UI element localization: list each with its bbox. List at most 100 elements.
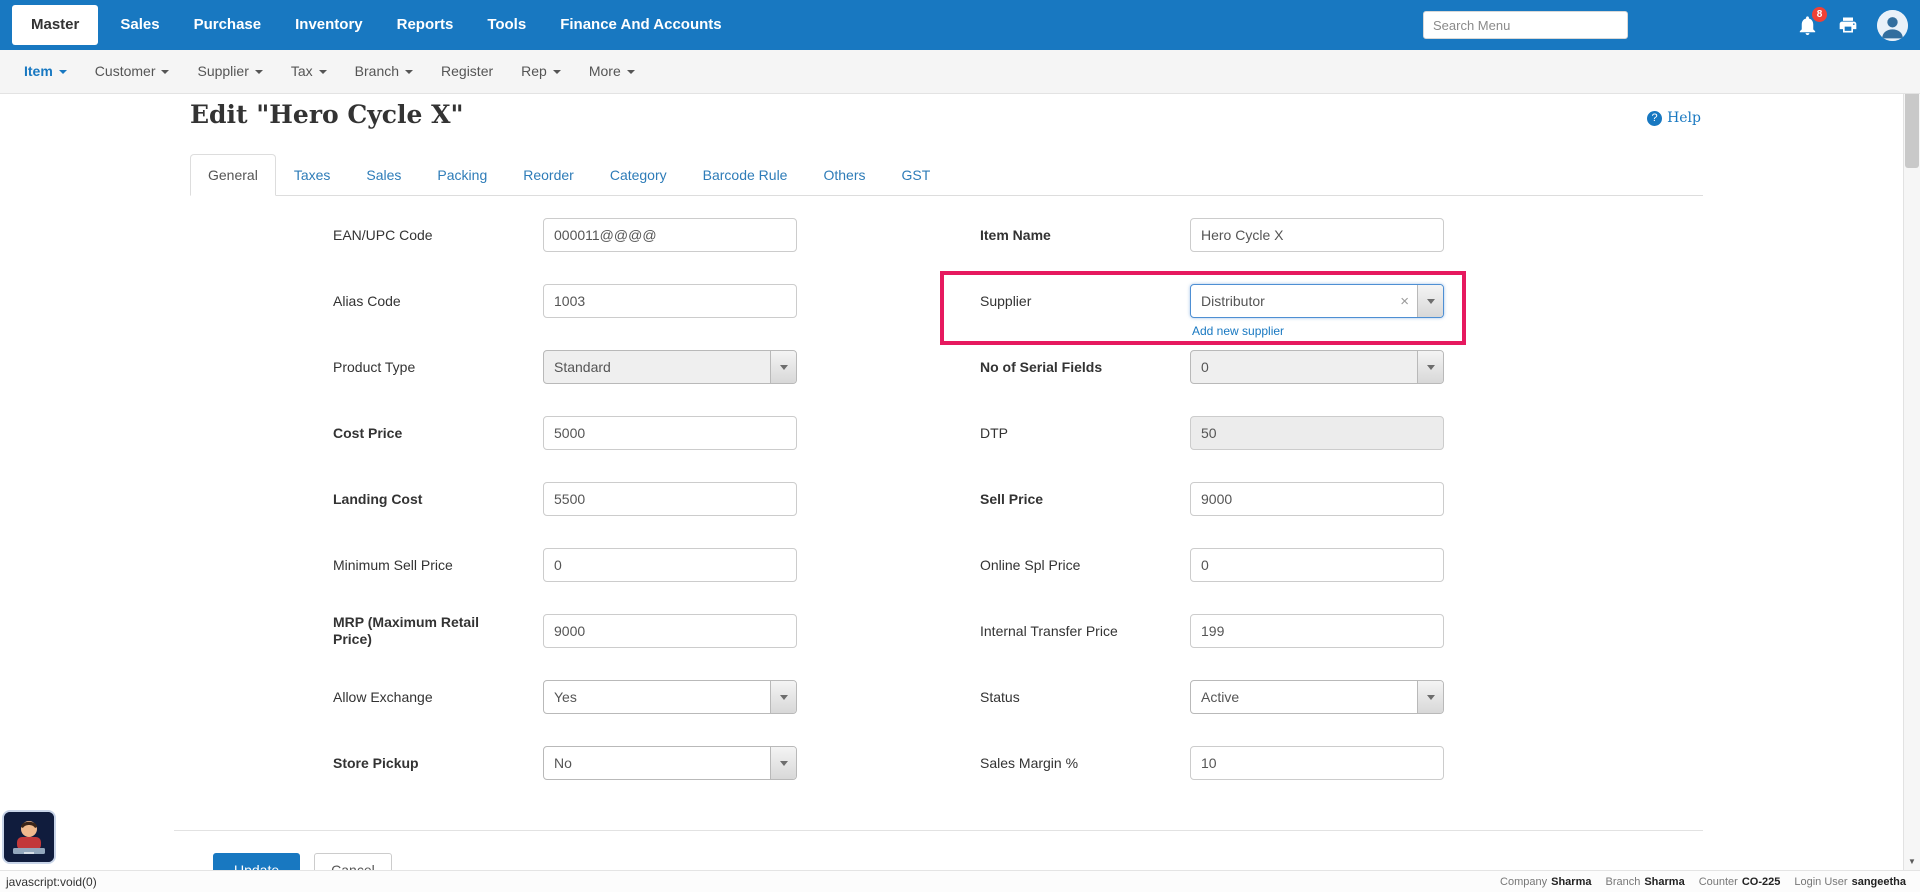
- dropdown-toggle-button[interactable]: [770, 681, 796, 713]
- alias-code-input[interactable]: [543, 284, 797, 318]
- browser-status-text: javascript:void(0): [6, 875, 97, 889]
- support-chat-widget[interactable]: [2, 810, 56, 864]
- supplier-combobox[interactable]: Distributor: [1190, 284, 1444, 318]
- product-type-select[interactable]: Standard: [543, 350, 797, 384]
- dtp-input[interactable]: [1190, 416, 1444, 450]
- selected-value: Standard: [544, 359, 770, 375]
- status-item-value: CO-225: [1742, 876, 1781, 888]
- online-spl-price-input[interactable]: [1190, 548, 1444, 582]
- form-row-cost-price: Cost Price: [333, 416, 797, 450]
- selected-value: Active: [1191, 689, 1417, 705]
- mrp-maximum-retail-price-input[interactable]: [543, 614, 797, 648]
- print-button[interactable]: [1838, 15, 1858, 35]
- dropdown-toggle-button[interactable]: [1417, 681, 1443, 713]
- tab-bar: GeneralTaxesSalesPackingReorderCategoryB…: [190, 154, 1703, 196]
- allow-exchange-select[interactable]: Yes: [543, 680, 797, 714]
- tab-others[interactable]: Others: [805, 154, 883, 196]
- subnav-item-register[interactable]: Register: [427, 50, 507, 93]
- form-row-online-spl-price: Online Spl Price: [980, 548, 1444, 582]
- subnav-item-more[interactable]: More: [575, 50, 649, 93]
- selected-value: 0: [1191, 359, 1417, 375]
- tab-packing[interactable]: Packing: [419, 154, 505, 196]
- subnav-item-branch[interactable]: Branch: [341, 50, 427, 93]
- user-avatar[interactable]: [1877, 10, 1908, 41]
- tab-barcode-rule[interactable]: Barcode Rule: [685, 154, 806, 196]
- subnav-item-supplier[interactable]: Supplier: [183, 50, 276, 93]
- topnav-item-master[interactable]: Master: [12, 5, 98, 45]
- status-item-value: Sharma: [1644, 876, 1684, 888]
- tab-gst[interactable]: GST: [883, 154, 948, 196]
- sell-price-input[interactable]: [1190, 482, 1444, 516]
- status-login-user: Login Usersangeetha: [1794, 876, 1906, 888]
- clear-icon[interactable]: [1392, 293, 1417, 310]
- tab-reorder[interactable]: Reorder: [505, 154, 592, 196]
- sales-margin-input[interactable]: [1190, 746, 1444, 780]
- add-new-supplier-link[interactable]: Add new supplier: [1192, 324, 1284, 338]
- ean-upc-code-input[interactable]: [543, 218, 797, 252]
- status-branch: BranchSharma: [1605, 876, 1684, 888]
- subnav-item-customer[interactable]: Customer: [81, 50, 184, 93]
- field-label-ean-upc-code: EAN/UPC Code: [333, 227, 493, 244]
- subnav-item-label: Rep: [521, 50, 547, 93]
- field-label-status: Status: [980, 689, 1140, 706]
- subnav-item-rep[interactable]: Rep: [507, 50, 575, 93]
- chevron-down-icon: [780, 365, 788, 370]
- field-label-item-name: Item Name: [980, 227, 1140, 244]
- field-label-sell-price: Sell Price: [980, 491, 1140, 508]
- dropdown-toggle-button[interactable]: [1417, 351, 1443, 383]
- form-row-mrp-maximum-retail-price: MRP (Maximum Retail Price): [333, 614, 797, 648]
- vertical-scrollbar[interactable]: [1903, 50, 1920, 870]
- tab-sales[interactable]: Sales: [348, 154, 419, 196]
- help-icon: [1647, 111, 1662, 126]
- minimum-sell-price-input[interactable]: [543, 548, 797, 582]
- support-agent-illustration: [4, 812, 54, 862]
- chevron-down-icon: [1427, 365, 1435, 370]
- notifications-button[interactable]: 8: [1796, 14, 1819, 37]
- form-row-landing-cost: Landing Cost: [333, 482, 797, 516]
- topnav-item-inventory[interactable]: Inventory: [278, 0, 380, 50]
- item-name-input[interactable]: [1190, 218, 1444, 252]
- no-of-serial-fields-select[interactable]: 0: [1190, 350, 1444, 384]
- cost-price-input[interactable]: [543, 416, 797, 450]
- topnav-item-tools[interactable]: Tools: [470, 0, 543, 50]
- topnav-item-sales[interactable]: Sales: [103, 0, 176, 50]
- chevron-down-icon: [1427, 299, 1435, 304]
- subnav-item-label: Supplier: [197, 50, 248, 93]
- field-label-product-type: Product Type: [333, 359, 493, 376]
- tab-taxes[interactable]: Taxes: [276, 154, 349, 196]
- form-row-internal-transfer-price: Internal Transfer Price: [980, 614, 1444, 648]
- topnav-item-purchase[interactable]: Purchase: [177, 0, 279, 50]
- tab-category[interactable]: Category: [592, 154, 685, 196]
- chevron-down-icon: [255, 70, 263, 74]
- internal-transfer-price-input[interactable]: [1190, 614, 1444, 648]
- selected-value: No: [544, 755, 770, 771]
- field-label-online-spl-price: Online Spl Price: [980, 557, 1140, 574]
- top-navigation-bar: MasterSalesPurchaseInventoryReportsTools…: [0, 0, 1920, 50]
- store-pickup-select[interactable]: No: [543, 746, 797, 780]
- landing-cost-input[interactable]: [543, 482, 797, 516]
- field-label-no-of-serial-fields: No of Serial Fields: [980, 359, 1140, 376]
- subnav-item-item[interactable]: Item: [10, 50, 81, 93]
- topnav-item-finance-and-accounts[interactable]: Finance And Accounts: [543, 0, 738, 50]
- status-item-label: Company: [1500, 876, 1547, 888]
- person-icon: [1877, 10, 1908, 41]
- search-input[interactable]: [1423, 11, 1628, 39]
- module-sub-navigation: ItemCustomer Supplier TaxBranchRegister Rep…: [0, 50, 1920, 94]
- chevron-down-icon: [1427, 695, 1435, 700]
- dropdown-toggle-button[interactable]: [770, 351, 796, 383]
- status-select[interactable]: Active: [1190, 680, 1444, 714]
- field-label-landing-cost: Landing Cost: [333, 491, 493, 508]
- subnav-item-tax[interactable]: Tax: [277, 50, 341, 93]
- selected-value: Yes: [544, 689, 770, 705]
- field-label-store-pickup: Store Pickup: [333, 755, 493, 772]
- help-label: Help: [1667, 110, 1701, 126]
- form-row-supplier: SupplierDistributorAdd new supplier: [980, 284, 1444, 318]
- dropdown-toggle-button[interactable]: [770, 747, 796, 779]
- tab-general[interactable]: General: [190, 154, 276, 196]
- dropdown-toggle-button[interactable]: [1417, 285, 1443, 317]
- chevron-down-icon: [59, 70, 67, 74]
- topnav-item-reports[interactable]: Reports: [380, 0, 471, 50]
- form-row-minimum-sell-price: Minimum Sell Price: [333, 548, 797, 582]
- help-link[interactable]: Help: [1647, 110, 1701, 126]
- scroll-down-arrow-icon[interactable]: [1904, 853, 1920, 870]
